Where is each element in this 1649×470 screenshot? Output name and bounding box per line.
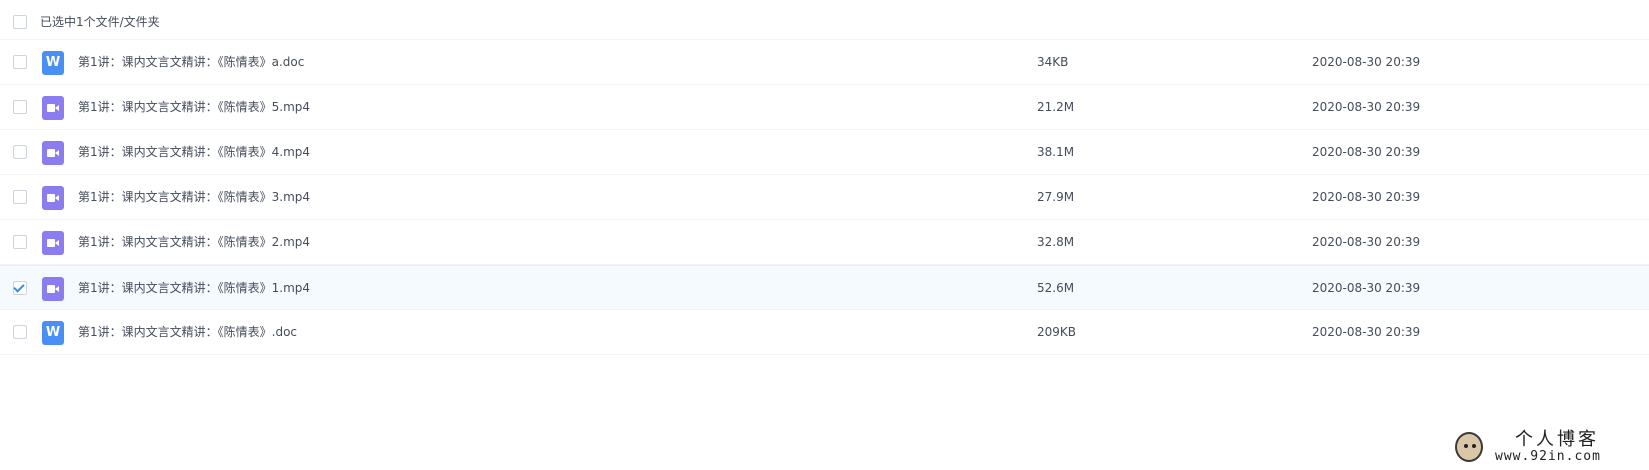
file-name[interactable]: 第1讲：课内文言文精讲：《陈情表》.doc: [78, 324, 297, 340]
file-date: 2020-08-30 20:39: [1312, 281, 1421, 295]
word-letter: W: [45, 325, 61, 340]
eye-icon: [1472, 444, 1476, 448]
file-date: 2020-08-30 20:39: [1312, 325, 1421, 339]
file-checkbox[interactable]: [13, 55, 27, 69]
camera-lens: [55, 150, 59, 156]
file-name[interactable]: 第1讲：课内文言文精讲：《陈情表》5.mp4: [78, 99, 310, 115]
file-size: 34KB: [1037, 55, 1069, 69]
file-date: 2020-08-30 20:39: [1312, 235, 1421, 249]
file-date: 2020-08-30 20:39: [1312, 100, 1421, 114]
file-row[interactable]: 第1讲：课内文言文精讲：《陈情表》4.mp4 38.1M 2020-08-30 …: [0, 130, 1649, 175]
camera-lens: [55, 195, 59, 201]
file-row[interactable]: 第1讲：课内文言文精讲：《陈情表》3.mp4 27.9M 2020-08-30 …: [0, 175, 1649, 220]
selection-count-label: 已选中1个文件/文件夹: [40, 15, 160, 29]
file-date: 2020-08-30 20:39: [1312, 55, 1421, 69]
camera-body: [47, 149, 55, 157]
file-row[interactable]: 第1讲：课内文言文精讲：《陈情表》1.mp4 52.6M 2020-08-30 …: [0, 265, 1649, 310]
file-name[interactable]: 第1讲：课内文言文精讲：《陈情表》2.mp4: [78, 234, 310, 250]
check-icon: [13, 281, 25, 293]
camera-lens: [55, 105, 59, 111]
file-checkbox[interactable]: [13, 325, 27, 339]
file-checkbox[interactable]: [13, 100, 27, 114]
file-row[interactable]: 第1讲：课内文言文精讲：《陈情表》5.mp4 21.2M 2020-08-30 …: [0, 85, 1649, 130]
file-row[interactable]: W 第1讲：课内文言文精讲：《陈情表》.doc 209KB 2020-08-30…: [0, 310, 1649, 355]
video-file-icon: [42, 186, 64, 210]
file-size: 209KB: [1037, 325, 1077, 339]
file-date: 2020-08-30 20:39: [1312, 145, 1421, 159]
file-size: 52.6M: [1037, 281, 1075, 295]
file-name[interactable]: 第1讲：课内文言文精讲：《陈情表》a.doc: [78, 54, 304, 70]
selection-header: 已选中1个文件/文件夹: [0, 0, 1649, 40]
file-size: 21.2M: [1037, 100, 1075, 114]
camera-body: [47, 239, 55, 247]
camera-body: [47, 104, 55, 112]
watermark-title: 个人博客: [1515, 429, 1599, 450]
video-file-icon: [42, 141, 64, 165]
file-size: 27.9M: [1037, 190, 1075, 204]
cartoon-face-icon: [1455, 432, 1483, 462]
word-letter: W: [45, 55, 61, 70]
file-name[interactable]: 第1讲：课内文言文精讲：《陈情表》1.mp4: [78, 280, 310, 296]
eye-icon: [1464, 444, 1468, 448]
watermark-url: www.92in.com: [1495, 449, 1601, 464]
file-size: 38.1M: [1037, 145, 1075, 159]
file-name[interactable]: 第1讲：课内文言文精讲：《陈情表》4.mp4: [78, 144, 310, 160]
word-doc-icon: W: [42, 321, 64, 345]
file-list-page: 已选中1个文件/文件夹 W 第1讲：课内文言文精讲：《陈情表》a.doc 34K…: [0, 0, 1649, 470]
file-checkbox[interactable]: [13, 145, 27, 159]
file-name[interactable]: 第1讲：课内文言文精讲：《陈情表》3.mp4: [78, 189, 310, 205]
video-file-icon: [42, 96, 64, 120]
file-date: 2020-08-30 20:39: [1312, 190, 1421, 204]
file-checkbox[interactable]: [13, 190, 27, 204]
file-list: W 第1讲：课内文言文精讲：《陈情表》a.doc 34KB 2020-08-30…: [0, 40, 1649, 355]
video-file-icon: [42, 231, 64, 255]
camera-body: [47, 194, 55, 202]
camera-body: [47, 285, 55, 293]
word-doc-icon: W: [42, 51, 64, 75]
file-size: 32.8M: [1037, 235, 1075, 249]
file-row[interactable]: W 第1讲：课内文言文精讲：《陈情表》a.doc 34KB 2020-08-30…: [0, 40, 1649, 85]
blog-watermark: 个人博客 www.92in.com: [1455, 430, 1635, 466]
select-all-checkbox[interactable]: [13, 15, 27, 29]
file-checkbox[interactable]: [13, 281, 27, 295]
video-file-icon: [42, 277, 64, 301]
camera-lens: [55, 286, 59, 292]
file-row[interactable]: 第1讲：课内文言文精讲：《陈情表》2.mp4 32.8M 2020-08-30 …: [0, 220, 1649, 265]
file-checkbox[interactable]: [13, 235, 27, 249]
camera-lens: [55, 240, 59, 246]
